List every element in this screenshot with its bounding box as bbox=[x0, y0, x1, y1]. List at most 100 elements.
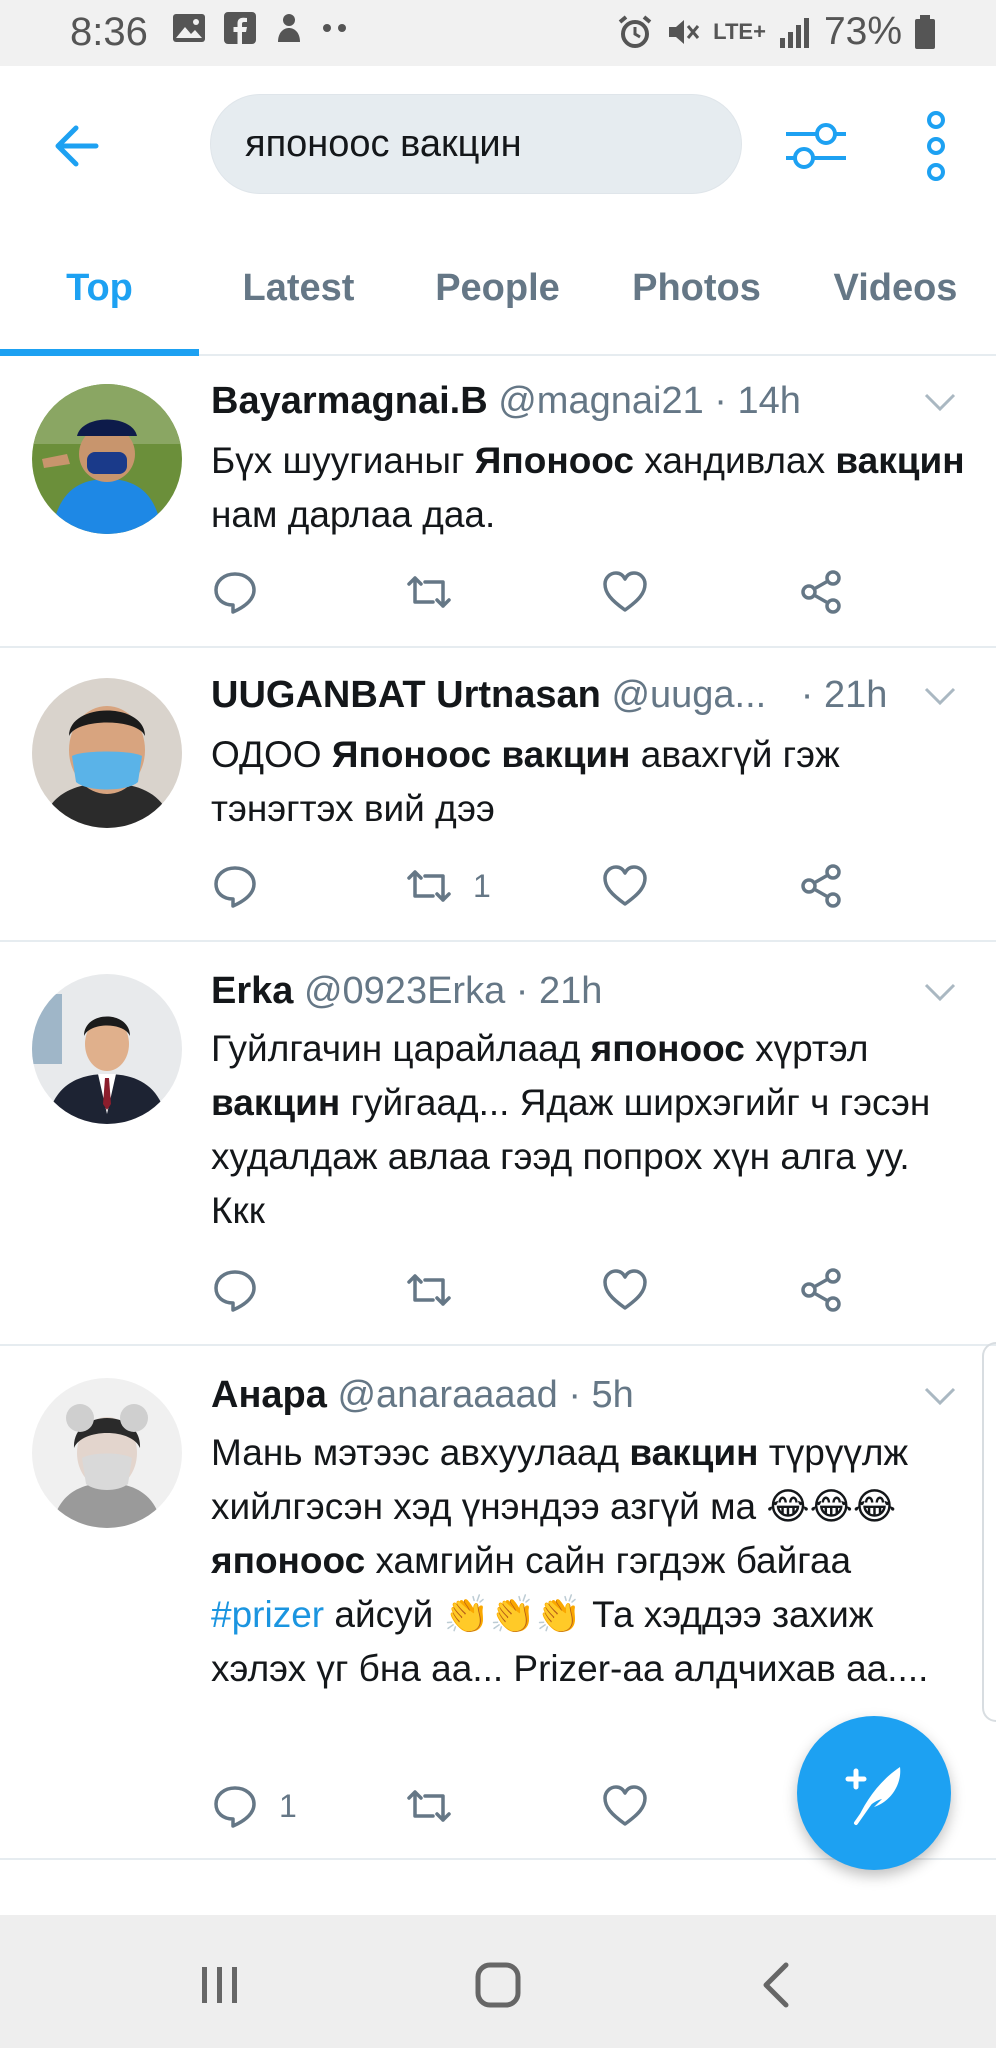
tab-people[interactable]: People bbox=[398, 222, 597, 354]
heart-icon bbox=[603, 571, 647, 612]
notification-icons bbox=[172, 12, 348, 44]
highlight-term: вакцин bbox=[211, 1082, 341, 1123]
retweet-icon bbox=[407, 1274, 451, 1306]
tweet-header: Bayarmagnai.B @magnai21 · 14h bbox=[211, 380, 801, 423]
text-segment: Гуйлгачин царайлаад bbox=[211, 1028, 591, 1069]
retweet-icon bbox=[407, 870, 451, 902]
tweet-menu-button[interactable] bbox=[920, 1376, 960, 1416]
avatar[interactable] bbox=[32, 678, 182, 828]
like-button[interactable] bbox=[601, 1260, 649, 1320]
share-button[interactable] bbox=[797, 562, 845, 622]
hashtag-link[interactable]: #prizer bbox=[211, 1594, 324, 1635]
separator-dot: · bbox=[515, 970, 529, 1012]
like-button[interactable] bbox=[601, 562, 649, 622]
tweet[interactable]: UUGANBAT Urtnasan @uuga... · 21h ОДОО Яп… bbox=[0, 648, 996, 942]
highlight-term: японоос bbox=[211, 1540, 366, 1581]
image-icon bbox=[173, 14, 205, 42]
tweet[interactable]: Erka @0923Erka · 21h Гуйлгачин царайлаад… bbox=[0, 942, 996, 1346]
like-button[interactable] bbox=[601, 856, 649, 916]
highlight-term: Японоос вакцин bbox=[331, 734, 631, 775]
status-time: 8:36 bbox=[70, 10, 148, 54]
filter-sliders-icon bbox=[786, 123, 846, 169]
retweet-icon bbox=[407, 1790, 451, 1822]
text-segment: нам дарлаа даа. bbox=[211, 494, 496, 535]
retweet-button[interactable]: 1 bbox=[405, 856, 491, 916]
search-field[interactable] bbox=[210, 94, 742, 194]
tweet-menu-button[interactable] bbox=[920, 676, 960, 716]
search-input[interactable] bbox=[243, 121, 707, 167]
text-segment: хүртэл bbox=[744, 1028, 869, 1069]
tweet-text: Мань мэтээс авхуулаад вакцин түрүүлж хий… bbox=[211, 1426, 971, 1696]
avatar[interactable] bbox=[32, 974, 182, 1124]
retweet-button[interactable] bbox=[405, 562, 473, 622]
avatar[interactable] bbox=[32, 1378, 182, 1528]
active-tab-indicator bbox=[0, 349, 199, 356]
heart-icon bbox=[603, 1269, 647, 1310]
system-back-button[interactable] bbox=[748, 1955, 808, 2015]
tab-latest[interactable]: Latest bbox=[199, 222, 398, 354]
tweet-time: 5h bbox=[591, 1374, 634, 1416]
chevron-down-icon bbox=[924, 393, 956, 412]
separator-dot: · bbox=[714, 380, 727, 422]
author-name[interactable]: Bayarmagnai.B bbox=[211, 380, 488, 422]
compose-tweet-button[interactable] bbox=[797, 1716, 951, 1870]
highlight-term: японоос bbox=[590, 1028, 745, 1069]
compose-feather-icon bbox=[845, 1767, 901, 1825]
signal-icon bbox=[779, 18, 809, 48]
chevron-down-icon bbox=[924, 1387, 956, 1406]
scroll-indicator[interactable] bbox=[982, 1342, 996, 1722]
system-icons: LTE+ 73% bbox=[617, 10, 936, 54]
more-dots-icon bbox=[323, 24, 346, 32]
author-handle: @anaraaaad bbox=[337, 1374, 558, 1416]
text-segment: хамгийн сайн гэгдэж байгаа bbox=[365, 1540, 852, 1581]
retweet-button[interactable] bbox=[405, 1776, 473, 1836]
author-name[interactable]: Erka bbox=[211, 970, 293, 1012]
recent-apps-button[interactable] bbox=[190, 1955, 250, 2015]
battery-percent: 73% bbox=[823, 10, 902, 53]
back-arrow-icon bbox=[55, 125, 99, 167]
heart-icon bbox=[603, 1785, 647, 1826]
back-button[interactable] bbox=[48, 116, 108, 176]
reply-button[interactable] bbox=[211, 856, 279, 916]
share-button[interactable] bbox=[797, 1260, 845, 1320]
tab-photos[interactable]: Photos bbox=[597, 222, 796, 354]
reply-button[interactable]: 1 bbox=[211, 1776, 297, 1836]
battery-icon bbox=[915, 15, 935, 49]
reply-button[interactable] bbox=[211, 562, 279, 622]
share-button[interactable] bbox=[797, 856, 845, 916]
tweet[interactable]: Bayarmagnai.B @magnai21 · 14h Бүх шуугиа… bbox=[0, 356, 996, 648]
tweet-time: 14h bbox=[737, 380, 801, 422]
author-handle: @magnai21 bbox=[498, 380, 704, 422]
tweet-text: Бүх шуугианыг Японоос хандивлах вакцин н… bbox=[211, 434, 971, 542]
share-icon bbox=[801, 1268, 841, 1312]
like-button[interactable] bbox=[601, 1776, 649, 1836]
tab-videos[interactable]: Videos bbox=[796, 222, 995, 354]
search-filter-button[interactable] bbox=[784, 116, 848, 176]
overflow-menu-button[interactable] bbox=[916, 110, 956, 182]
heart-icon bbox=[603, 865, 647, 906]
highlight-term: Японоос bbox=[474, 440, 634, 481]
avatar[interactable] bbox=[32, 384, 182, 534]
retweet-button[interactable] bbox=[405, 1260, 473, 1320]
tweet-menu-button[interactable] bbox=[920, 972, 960, 1012]
back-chevron-icon bbox=[763, 1962, 789, 2008]
tweet-actions: 1 bbox=[211, 856, 911, 916]
separator-dot: · bbox=[800, 674, 814, 716]
tab-top[interactable]: Top bbox=[0, 222, 199, 354]
author-name[interactable]: UUGANBAT Urtnasan bbox=[211, 674, 601, 716]
alarm-icon bbox=[618, 15, 652, 48]
status-bar: 8:36 LTE+ 73% bbox=[0, 0, 996, 66]
author-handle: @uuga... bbox=[611, 674, 767, 716]
tweet-header: Анара @anaraaaad · 5h bbox=[211, 1374, 634, 1417]
author-name[interactable]: Анара bbox=[211, 1374, 327, 1416]
home-button[interactable] bbox=[468, 1955, 528, 2015]
text-segment: Бүх шуугианыг bbox=[211, 440, 475, 481]
tweet-menu-button[interactable] bbox=[920, 382, 960, 422]
separator-dot: · bbox=[568, 1374, 581, 1416]
retweet-icon bbox=[407, 576, 451, 608]
tweet-text: Гуйлгачин царайлаад японоос хүртэл вакци… bbox=[211, 1022, 971, 1238]
reply-button[interactable] bbox=[211, 1260, 279, 1320]
reply-icon bbox=[214, 1270, 256, 1312]
author-handle: @0923Erka bbox=[303, 970, 506, 1012]
highlight-term: вакцин bbox=[835, 440, 965, 481]
